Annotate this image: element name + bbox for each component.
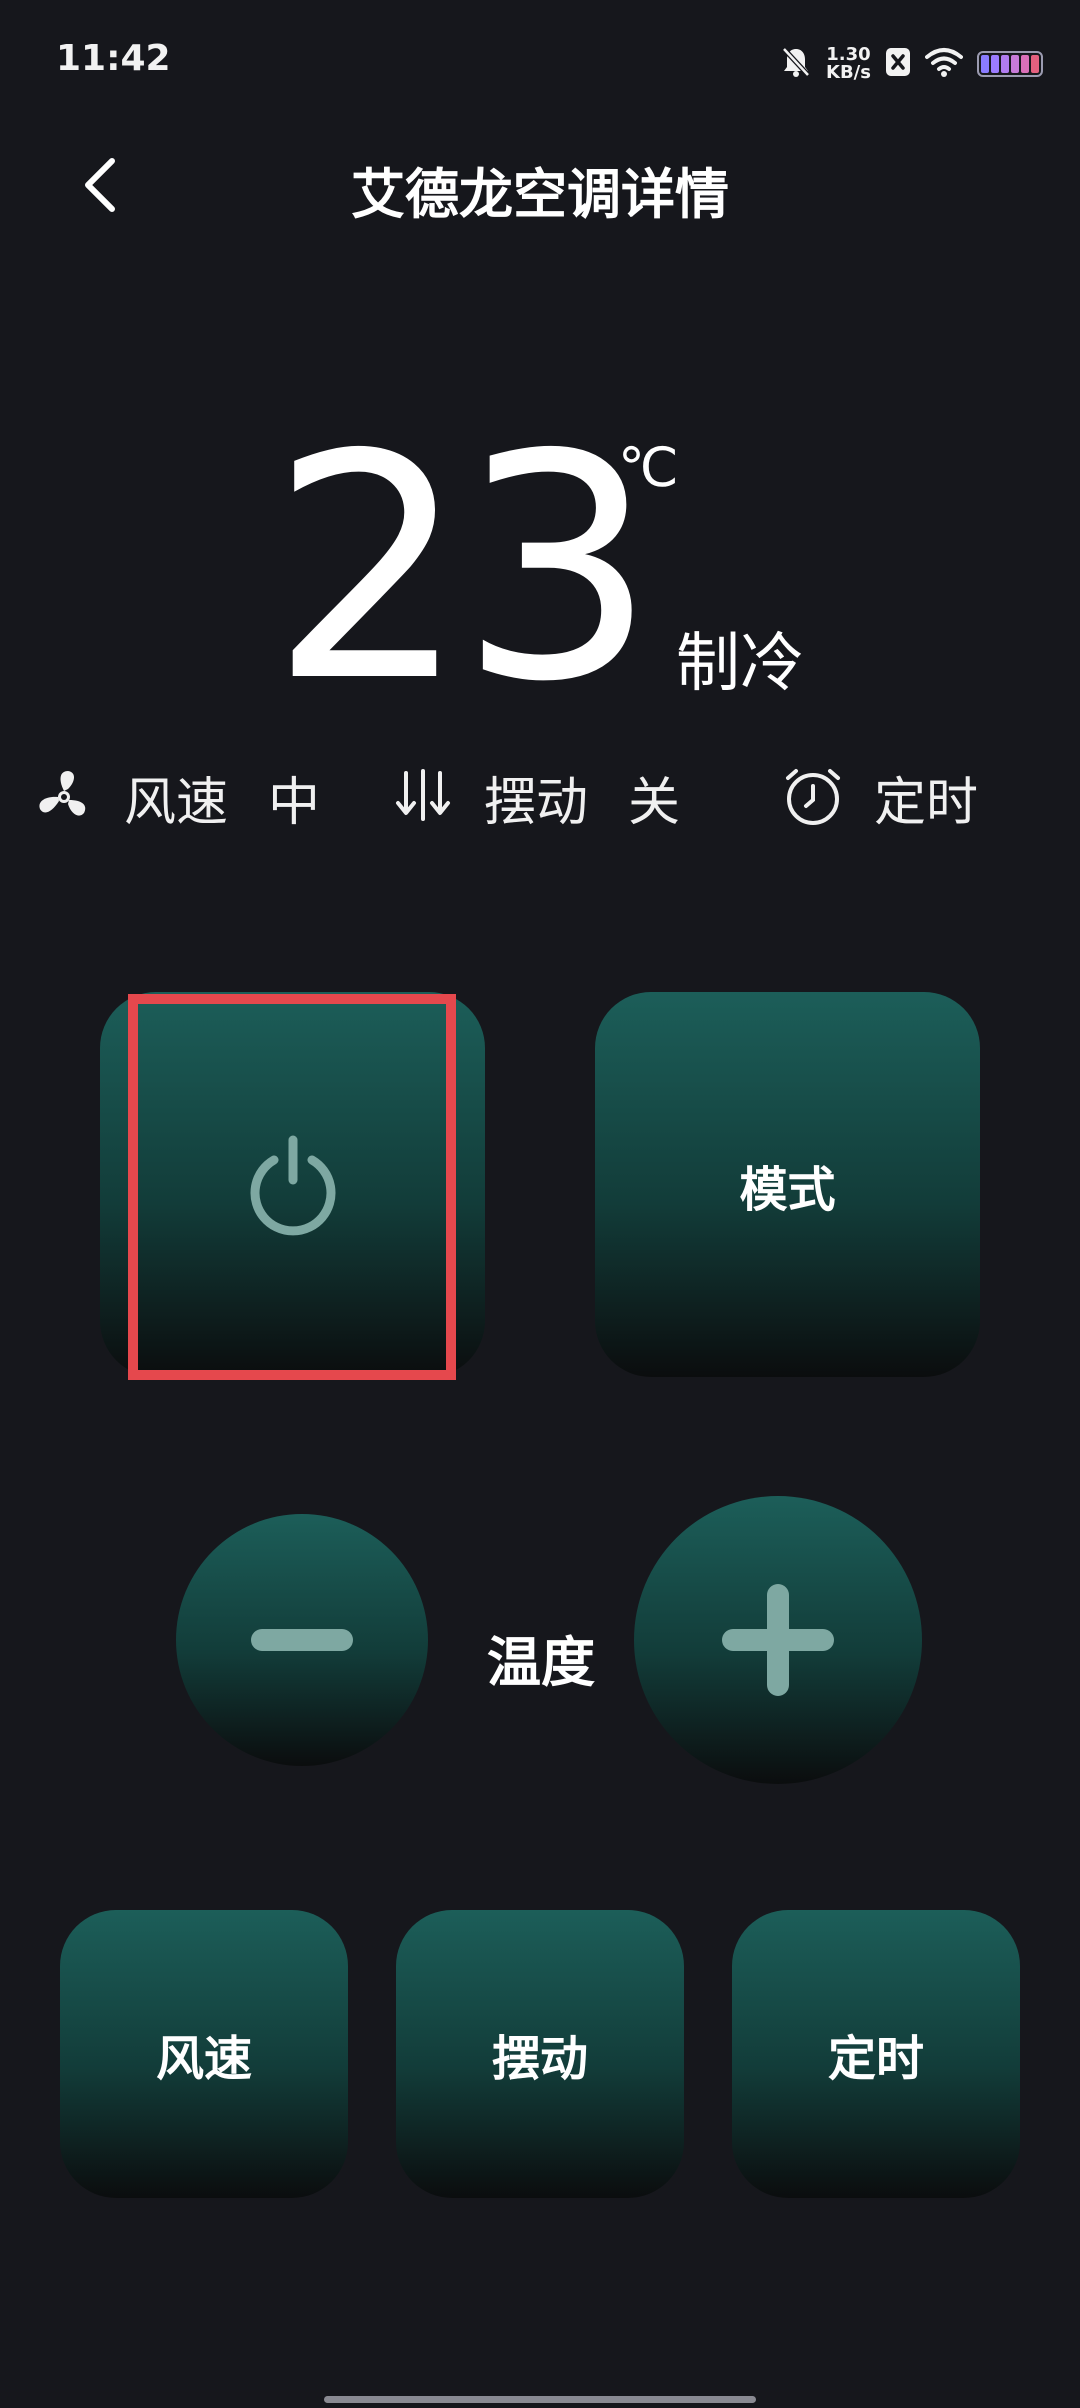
battery-segment — [990, 55, 999, 73]
home-indicator[interactable] — [324, 2396, 756, 2403]
battery-segment — [980, 55, 989, 73]
timer-button[interactable]: 定时 — [732, 1910, 1020, 2198]
battery-icon — [976, 51, 1043, 77]
swing-status: 摆动 关 — [392, 762, 681, 833]
wifi-icon — [924, 47, 963, 81]
swing-button[interactable]: 摆动 — [396, 1910, 684, 2198]
battery-segment — [1020, 55, 1029, 73]
mute-bell-icon — [780, 45, 812, 83]
fan-speed-label: 风速 — [124, 772, 229, 833]
swing-arrows-icon — [392, 767, 454, 827]
network-speed: 1.30 KB/s — [826, 46, 871, 82]
power-button[interactable] — [100, 992, 485, 1377]
mode-button[interactable]: 模式 — [595, 992, 980, 1377]
fan-icon — [34, 767, 94, 827]
battery-segment — [1000, 55, 1009, 73]
fan-speed-status: 风速 中 — [34, 762, 321, 833]
plus-icon — [722, 1584, 834, 1696]
network-speed-unit: KB/s — [826, 62, 871, 83]
temperature-increase-button[interactable] — [634, 1496, 922, 1784]
mode-status: 制冷 — [676, 627, 804, 701]
minus-icon — [251, 1629, 353, 1651]
fan-speed-button[interactable]: 风速 — [60, 1910, 348, 2198]
swing-label: 摆动 — [484, 772, 589, 833]
timer-status: 定时 — [782, 762, 979, 833]
temperature-value: 23 — [270, 389, 656, 750]
notification-x-icon — [885, 47, 911, 81]
swing-value: 关 — [628, 772, 681, 833]
power-icon — [250, 1135, 335, 1235]
temperature-label: 温度 — [487, 1631, 595, 1694]
alarm-clock-icon — [782, 766, 844, 828]
status-icons: 1.30 KB/s — [780, 42, 1043, 86]
battery-segment — [1010, 55, 1019, 73]
fan-speed-value: 中 — [268, 772, 321, 833]
timer-label: 定时 — [874, 772, 979, 833]
battery-segment — [1030, 55, 1039, 73]
temperature-unit: ℃ — [618, 436, 679, 499]
status-time: 11:42 — [56, 38, 171, 79]
page-title: 艾德龙空调详情 — [351, 163, 729, 226]
temperature-decrease-button[interactable] — [176, 1514, 428, 1766]
